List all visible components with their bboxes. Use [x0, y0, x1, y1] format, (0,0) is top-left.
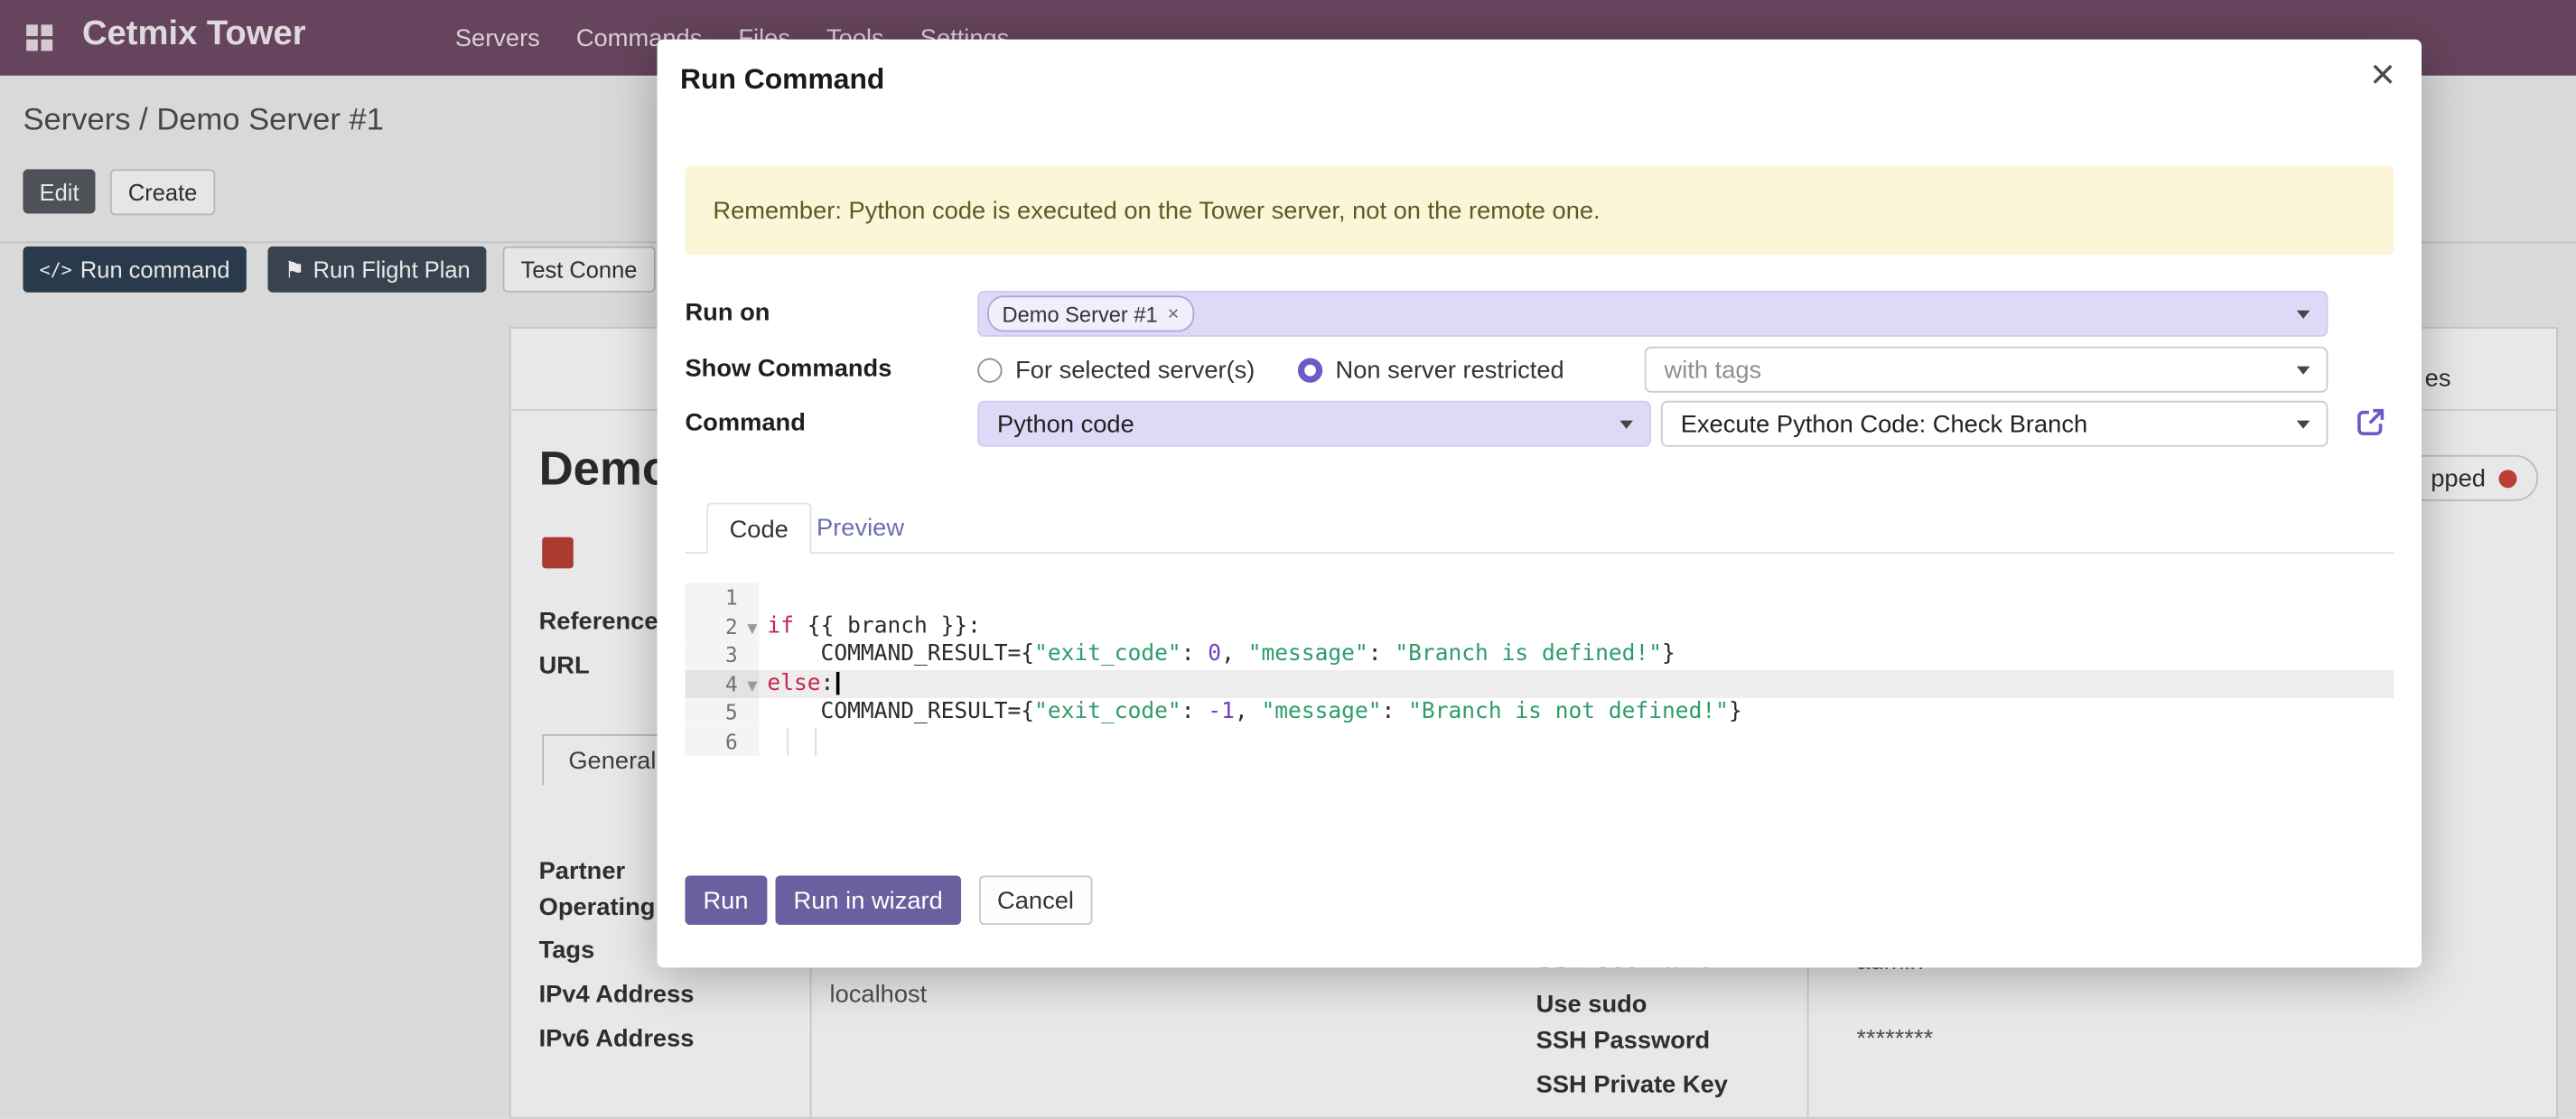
- server-tag[interactable]: Demo Server #1 ×: [987, 295, 1194, 331]
- code-line[interactable]: 3 COMMAND_RESULT={"exit_code": 0, "messa…: [685, 640, 2394, 669]
- command-type-select[interactable]: Python code: [977, 401, 1651, 447]
- run-on-label: Run on: [685, 291, 770, 337]
- modal-title: Run Command: [680, 62, 884, 97]
- indent-guide: [787, 727, 789, 756]
- fold-arrow-icon[interactable]: ▼: [747, 613, 757, 642]
- tab-preview[interactable]: Preview: [817, 503, 904, 554]
- tabs-underline: [685, 552, 2394, 554]
- radio-label-non-restricted[interactable]: Non server restricted: [1336, 356, 1564, 384]
- gutter-line-number: 1: [685, 583, 759, 612]
- indent-guide: [815, 727, 817, 756]
- run-in-wizard-button[interactable]: Run in wizard: [776, 875, 961, 925]
- tags-filter-placeholder: with tags: [1665, 356, 1762, 384]
- alert-text: Remember: Python code is executed on the…: [713, 196, 1600, 224]
- gutter-line-number: 6: [685, 727, 759, 756]
- run-in-wizard-label: Run in wizard: [794, 886, 943, 914]
- screen: Cetmix Tower ServersCommandsFilesToolsSe…: [0, 0, 2576, 1119]
- tab-preview-label: Preview: [817, 514, 904, 542]
- gutter-line-number: 5: [685, 698, 759, 727]
- cancel-button-label: Cancel: [997, 886, 1074, 914]
- tab-code-label: Code: [730, 515, 789, 543]
- command-type-value: Python code: [997, 410, 1134, 438]
- gutter-line-number: 4▼: [685, 669, 759, 698]
- radio-for-selected-servers[interactable]: [977, 358, 1002, 382]
- radio-non-server-restricted[interactable]: [1298, 358, 1322, 382]
- chevron-down-icon: [2297, 366, 2310, 374]
- show-commands-label: Show Commands: [685, 347, 891, 393]
- radio-label-selected-servers[interactable]: For selected server(s): [1015, 356, 1255, 384]
- run-button[interactable]: Run: [685, 875, 766, 925]
- code-line[interactable]: 1: [685, 583, 2394, 612]
- chevron-down-icon: [2297, 310, 2310, 318]
- run-command-modal: Run Command × Remember: Python code is e…: [658, 40, 2422, 968]
- server-tag-label: Demo Server #1: [1003, 302, 1158, 326]
- remove-tag-icon[interactable]: ×: [1168, 303, 1180, 323]
- cancel-button[interactable]: Cancel: [979, 875, 1092, 925]
- tags-filter-select[interactable]: with tags: [1645, 347, 2329, 393]
- fold-arrow-icon[interactable]: ▼: [747, 671, 757, 700]
- code-line[interactable]: 6: [685, 727, 2394, 756]
- code-editor[interactable]: 12▼if {{ branch }}:3 COMMAND_RESULT={"ex…: [685, 583, 2394, 756]
- command-value: Execute Python Code: Check Branch: [1681, 410, 2087, 438]
- code-line[interactable]: 4▼else:: [685, 669, 2394, 698]
- show-commands-radios: For selected server(s) Non server restri…: [977, 347, 1564, 393]
- code-line[interactable]: 5 COMMAND_RESULT={"exit_code": -1, "mess…: [685, 698, 2394, 727]
- code-line[interactable]: 2▼if {{ branch }}:: [685, 612, 2394, 641]
- run-on-field[interactable]: Demo Server #1 ×: [977, 291, 2328, 337]
- code-line-content: COMMAND_RESULT={"exit_code": 0, "message…: [759, 640, 2394, 669]
- close-icon[interactable]: ×: [2370, 52, 2395, 95]
- code-editor-lines: 12▼if {{ branch }}:3 COMMAND_RESULT={"ex…: [685, 583, 2394, 756]
- gutter-line-number: 2▼: [685, 612, 759, 641]
- code-line-content: else:: [759, 669, 2394, 698]
- tab-code[interactable]: Code: [706, 503, 811, 554]
- code-line-content: if {{ branch }}:: [759, 612, 2394, 641]
- command-select[interactable]: Execute Python Code: Check Branch: [1661, 401, 2328, 447]
- command-label: Command: [685, 401, 805, 447]
- code-line-content: [759, 583, 2394, 612]
- external-link-icon[interactable]: [2354, 406, 2386, 438]
- gutter-line-number: 3: [685, 640, 759, 669]
- code-line-content: [759, 727, 2394, 756]
- alert-banner: Remember: Python code is executed on the…: [685, 166, 2394, 255]
- chevron-down-icon: [2297, 420, 2310, 428]
- code-line-content: COMMAND_RESULT={"exit_code": -1, "messag…: [759, 698, 2394, 727]
- chevron-down-icon: [1619, 420, 1633, 428]
- text-cursor: [835, 671, 839, 694]
- run-button-label: Run: [703, 886, 748, 914]
